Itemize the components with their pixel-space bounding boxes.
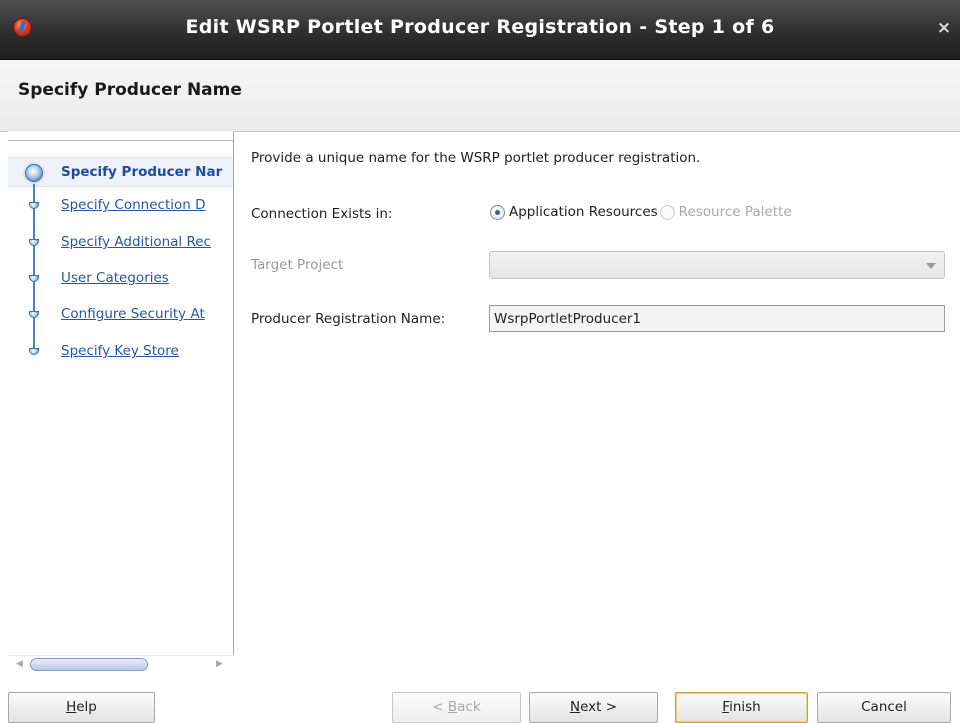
nav-step-label: User Categories [61,270,169,286]
nav-horizontal-scrollbar[interactable]: ◀ ▶ [8,655,234,671]
step-navigation: Specify Producer Nar Specify Connection … [8,131,234,656]
finish-post: inish [729,699,761,715]
application-resources-radio[interactable] [490,204,505,220]
step-node-icon [29,311,39,318]
next-post: ext > [580,699,618,715]
nav-step-specify-additional[interactable]: Specify Additional Rec [8,231,233,253]
step-node-icon [29,348,39,355]
step-content: Provide a unique name for the WSRP portl… [235,131,960,671]
header-band: Specify Producer Name [0,60,960,132]
finish-button[interactable]: Finish [675,692,808,723]
nav-step-label: Specify Key Store [61,343,179,359]
target-project-select [489,251,945,279]
window-title: Edit WSRP Portlet Producer Registration … [185,16,775,38]
back-mnemonic: B [447,699,458,715]
scrollbar-thumb[interactable] [30,658,148,671]
page-title: Specify Producer Name [18,80,242,100]
nav-step-specify-producer-name[interactable]: Specify Producer Nar [8,161,233,183]
nav-step-label: Specify Connection D [61,197,206,213]
help-button[interactable]: Help [8,692,155,723]
step-node-icon [29,275,39,282]
nav-step-label: Configure Security At [61,306,205,322]
help-post: elp [76,699,97,715]
nav-step-specify-key-store[interactable]: Specify Key Store [8,340,233,362]
nav-step-configure-security[interactable]: Configure Security At [8,303,233,325]
connection-exists-label: Connection Exists in: [251,206,393,222]
back-pre: < [432,699,448,715]
nav-step-specify-connection[interactable]: Specify Connection D [8,194,233,216]
resource-palette-radio [659,204,675,220]
nav-step-label: Specify Producer Nar [61,164,223,180]
next-mnemonic: N [569,699,581,715]
step-node-icon [29,239,39,246]
producer-name-input[interactable] [489,305,945,332]
scroll-right-icon[interactable]: ▶ [216,659,223,669]
title-bar: Edit WSRP Portlet Producer Registration … [0,0,960,60]
application-resources-label[interactable]: Application Resources [509,204,658,220]
producer-name-label: Producer Registration Name: [251,311,446,327]
step-node-icon [29,202,39,209]
cancel-post: Cancel [861,699,907,715]
cancel-button[interactable]: Cancel [817,692,951,723]
help-mnemonic: H [66,699,77,715]
resource-palette-label: Resource Palette [678,204,792,220]
nav-step-label: Specify Additional Rec [61,234,211,250]
nav-step-user-categories[interactable]: User Categories [8,267,233,289]
current-step-icon [25,164,43,182]
next-button[interactable]: Next > [529,692,658,723]
close-icon[interactable]: × [934,18,954,38]
nav-divider [8,140,233,141]
target-project-label: Target Project [251,257,344,273]
chevron-down-icon [926,263,936,269]
instruction-text: Provide a unique name for the WSRP portl… [251,150,701,166]
connection-radio-group: Application Resources Resource Palette [490,204,792,224]
back-post: ack [457,699,481,715]
scroll-left-icon[interactable]: ◀ [16,659,23,669]
back-button: < Back [392,692,521,723]
